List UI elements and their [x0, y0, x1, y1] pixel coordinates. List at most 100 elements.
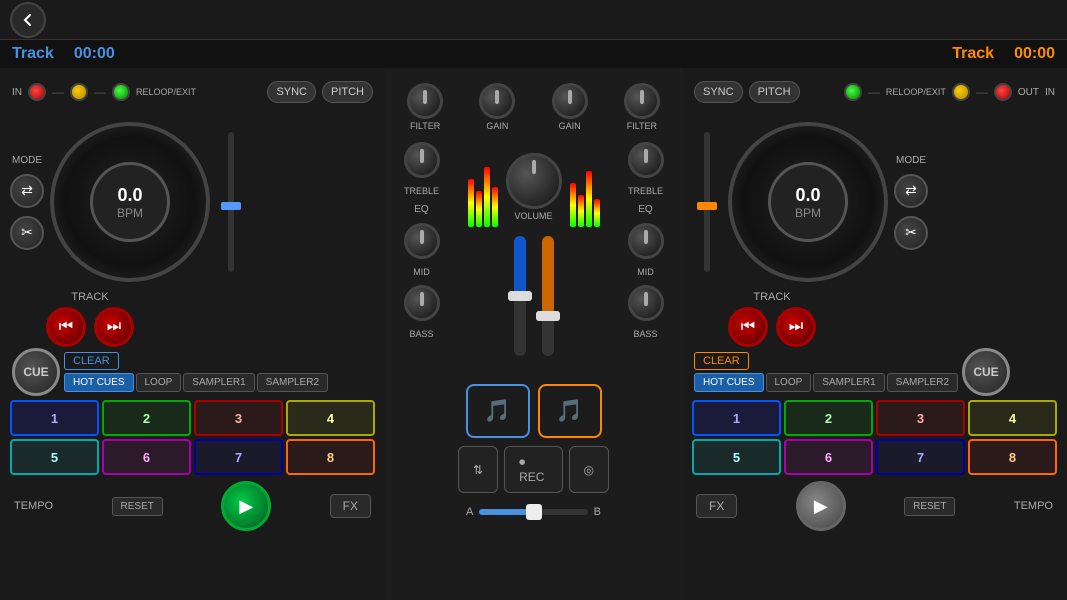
left-clear-button[interactable]: CLEAR: [64, 352, 119, 370]
right-pad-8[interactable]: 8: [968, 439, 1057, 475]
right-bass-label: BASS: [633, 329, 657, 339]
right-gain-knob[interactable]: [552, 83, 588, 119]
rec-button[interactable]: ⏺ REC: [504, 446, 562, 493]
left-track-time: 00:00: [74, 45, 115, 63]
left-mode-btn-2[interactable]: ✂: [10, 216, 44, 250]
left-pad-4[interactable]: 4: [286, 400, 375, 436]
left-pad-8[interactable]: 8: [286, 439, 375, 475]
top-bar: [0, 0, 1067, 40]
right-pad-4[interactable]: 4: [968, 400, 1057, 436]
left-loop-tab[interactable]: LOOP: [136, 373, 182, 392]
left-play-button[interactable]: ▶: [221, 481, 271, 531]
right-mode-btn-2[interactable]: ✂: [894, 216, 928, 250]
left-next-button[interactable]: ⏭: [94, 307, 134, 347]
right-turntable[interactable]: 0.0 BPM: [728, 122, 888, 282]
volume-knob[interactable]: [506, 153, 562, 209]
left-sampler1-tab[interactable]: SAMPLER1: [183, 373, 254, 392]
right-filter-knob[interactable]: [624, 83, 660, 119]
left-deck-controls: IN — — RELOOP/EXIT SYNC PITCH: [6, 74, 379, 110]
right-sampler2-tab[interactable]: SAMPLER2: [887, 373, 958, 392]
left-track-label: Track: [12, 45, 54, 63]
left-hotcues-tab[interactable]: HOT CUES: [64, 373, 134, 392]
right-pad-5[interactable]: 5: [692, 439, 781, 475]
left-mid-knob[interactable]: [404, 223, 440, 259]
right-play-button[interactable]: ▶: [796, 481, 846, 531]
right-turntable-inner: 0.0 BPM: [768, 162, 848, 242]
left-bass-label: BASS: [409, 329, 433, 339]
left-pad-1[interactable]: 1: [10, 400, 99, 436]
back-button[interactable]: [10, 2, 46, 38]
right-pad-7[interactable]: 7: [876, 439, 965, 475]
right-pad-6[interactable]: 6: [784, 439, 873, 475]
left-pad-3[interactable]: 3: [194, 400, 283, 436]
right-prev-button[interactable]: ⏮: [728, 307, 768, 347]
mixer-adjust-button[interactable]: ⇅: [458, 446, 498, 493]
right-pad-2[interactable]: 2: [784, 400, 873, 436]
left-pad-6[interactable]: 6: [102, 439, 191, 475]
left-add-playlist-button[interactable]: 🎵: [466, 384, 530, 438]
left-sampler2-tab[interactable]: SAMPLER2: [257, 373, 328, 392]
right-treble-knob[interactable]: [628, 142, 664, 178]
left-pad-2[interactable]: 2: [102, 400, 191, 436]
right-pad-1[interactable]: 1: [692, 400, 781, 436]
left-treble-knob[interactable]: [404, 142, 440, 178]
left-pitch-slider[interactable]: [216, 122, 246, 282]
right-sync-button[interactable]: SYNC: [694, 81, 743, 103]
track-row: Track 00:00 Track 00:00: [0, 40, 1067, 68]
right-reset-button[interactable]: RESET: [904, 497, 955, 516]
right-fx-button[interactable]: FX: [696, 494, 737, 518]
right-out-label: OUT: [1018, 87, 1039, 98]
reloop-label: RELOOP/EXIT: [136, 87, 196, 97]
right-sampler1-tab[interactable]: SAMPLER1: [813, 373, 884, 392]
right-mode-btn-1[interactable]: ⇄: [894, 174, 928, 208]
right-loop-tab[interactable]: LOOP: [766, 373, 812, 392]
left-bass-knob[interactable]: [404, 285, 440, 321]
left-gain-knob[interactable]: [479, 83, 515, 119]
right-tab-buttons: HOT CUES LOOP SAMPLER1 SAMPLER2: [694, 373, 958, 392]
left-tab-buttons: HOT CUES LOOP SAMPLER1 SAMPLER2: [64, 373, 328, 392]
right-bpm-value: 0.0: [795, 185, 820, 206]
reloop-led[interactable]: [112, 83, 130, 101]
left-mode-label: MODE: [12, 155, 42, 166]
left-pad-7[interactable]: 7: [194, 439, 283, 475]
right-cue-button[interactable]: CUE: [962, 348, 1010, 396]
right-pitch-slider[interactable]: [692, 122, 722, 282]
left-fx-button[interactable]: FX: [330, 494, 371, 518]
left-reset-button[interactable]: RESET: [112, 497, 163, 516]
left-pad-5[interactable]: 5: [10, 439, 99, 475]
in-led[interactable]: [28, 83, 46, 101]
mixer-target-button[interactable]: ◎: [569, 446, 609, 493]
dj-main: IN — — RELOOP/EXIT SYNC PITCH MODE ⇄ ✂: [0, 68, 1067, 600]
right-hotcues-tab[interactable]: HOT CUES: [694, 373, 764, 392]
out-led[interactable]: [70, 83, 88, 101]
left-mode-btn-1[interactable]: ⇄: [10, 174, 44, 208]
left-mid-label: MID: [413, 267, 430, 277]
left-filter-knob[interactable]: [407, 83, 443, 119]
right-clear-button[interactable]: CLEAR: [694, 352, 749, 370]
right-hotcue-area: CLEAR HOT CUES LOOP SAMPLER1 SAMPLER2 CU…: [688, 346, 1061, 535]
left-cue-button[interactable]: CUE: [12, 348, 60, 396]
right-pad-3[interactable]: 3: [876, 400, 965, 436]
right-bass-knob[interactable]: [628, 285, 664, 321]
right-deck: SYNC PITCH — RELOOP/EXIT — OUT IN: [682, 68, 1067, 600]
right-add-playlist-button[interactable]: 🎵: [538, 384, 602, 438]
right-mid-knob[interactable]: [628, 223, 664, 259]
right-out-led[interactable]: [952, 83, 970, 101]
left-mode-col: MODE ⇄ ✂: [10, 155, 44, 250]
right-pitch-button[interactable]: PITCH: [749, 81, 800, 103]
right-tempo-label: TEMPO: [1014, 500, 1053, 512]
right-turntable-row: 0.0 BPM MODE ⇄ ✂: [688, 112, 1061, 292]
right-reloop-led[interactable]: [844, 83, 862, 101]
left-prev-button[interactable]: ⏮: [46, 307, 86, 347]
left-sync-button[interactable]: SYNC: [267, 81, 316, 103]
right-reloop-label: RELOOP/EXIT: [886, 87, 946, 97]
left-tempo-label: TEMPO: [14, 500, 53, 512]
crossfader[interactable]: [479, 509, 587, 515]
right-mid-label: MID: [637, 267, 654, 277]
left-pitch-button[interactable]: PITCH: [322, 81, 373, 103]
right-next-button[interactable]: ⏭: [776, 307, 816, 347]
right-in-led[interactable]: [994, 83, 1012, 101]
left-track-section-label: TRACK: [71, 291, 108, 303]
left-track-btn-row: TRACK ⏮ ⏭: [6, 294, 379, 344]
left-turntable[interactable]: 0.0 BPM: [50, 122, 210, 282]
